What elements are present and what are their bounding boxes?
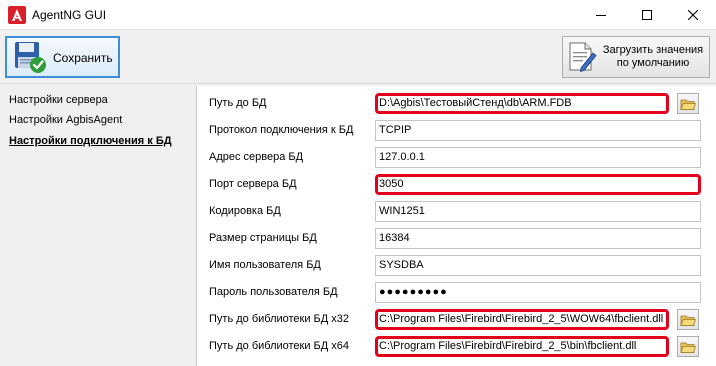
maximize-icon — [642, 10, 652, 20]
load-defaults-label-line2: по умолчанию — [616, 57, 690, 69]
app-logo-icon — [8, 6, 26, 24]
lib-x64-browse-button[interactable] — [677, 336, 699, 357]
page-size-label: Размер страницы БД — [209, 232, 317, 244]
protocol-label: Протокол подключения к БД — [209, 124, 354, 136]
db-path-field[interactable]: D:\Agbis\ТестовыйСтенд\db\ARM.FDB — [375, 93, 669, 114]
lib-x32-browse-button[interactable] — [677, 309, 699, 330]
load-defaults-button[interactable]: Загрузить значения по умолчанию — [562, 36, 710, 78]
minimize-button[interactable] — [578, 0, 624, 30]
load-defaults-label: Загрузить значения по умолчанию — [599, 44, 707, 70]
close-icon — [688, 10, 698, 20]
folder-open-icon — [680, 99, 696, 110]
nav-item-agbisagent-settings[interactable]: Настройки AgbisAgent — [9, 114, 122, 126]
form-row-server-port: Порт сервера БД 3050 — [197, 170, 716, 197]
document-pen-icon — [569, 42, 597, 73]
protocol-field[interactable]: TCPIP — [375, 120, 701, 141]
form-row-db-path: Путь до БД D:\Agbis\ТестовыйСтенд\db\ARM… — [197, 89, 716, 116]
nav-item-db-connection-settings[interactable]: Настройки подключения к БД — [9, 135, 172, 147]
db-path-label: Путь до БД — [209, 97, 267, 109]
form-row-lib-x64: Путь до библиотеки БД x64 C:\Program Fil… — [197, 332, 716, 359]
load-defaults-label-line1: Загрузить значения — [602, 44, 704, 56]
encoding-label: Кодировка БД — [209, 205, 281, 217]
save-button-label: Сохранить — [53, 51, 113, 65]
form-row-lib-x32: Путь до библиотеки БД x32 C:\Program Fil… — [197, 305, 716, 332]
db-connection-form: Путь до БД D:\Agbis\ТестовыйСтенд\db\ARM… — [196, 86, 716, 366]
form-row-server-address: Адрес сервера БД 127.0.0.1 — [197, 143, 716, 170]
window-title: AgentNG GUI — [32, 8, 107, 22]
encoding-field[interactable]: WIN1251 — [375, 201, 701, 222]
minimize-icon — [596, 15, 606, 16]
close-button[interactable] — [670, 0, 716, 30]
toolbar: Сохранить Загрузить значения по умолчани… — [0, 31, 716, 84]
settings-nav: Настройки сервера Настройки AgbisAgent Н… — [0, 86, 196, 366]
title-bar: AgentNG GUI — [0, 0, 716, 30]
lib-x32-label: Путь до библиотеки БД x32 — [209, 313, 350, 325]
maximize-button[interactable] — [624, 0, 670, 30]
form-row-protocol: Протокол подключения к БД TCPIP — [197, 116, 716, 143]
password-field[interactable]: ●●●●●●●●● — [375, 282, 701, 303]
lib-x64-field[interactable]: C:\Program Files\Firebird\Firebird_2_5\b… — [375, 336, 669, 357]
lib-x32-field[interactable]: C:\Program Files\Firebird\Firebird_2_5\W… — [375, 309, 669, 330]
form-row-password: Пароль пользователя БД ●●●●●●●●● — [197, 278, 716, 305]
folder-open-icon — [680, 342, 696, 353]
form-row-username: Имя пользователя БД SYSDBA — [197, 251, 716, 278]
server-port-label: Порт сервера БД — [209, 178, 297, 190]
form-row-page-size: Размер страницы БД 16384 — [197, 224, 716, 251]
username-field[interactable]: SYSDBA — [375, 255, 701, 276]
server-port-field[interactable]: 3050 — [375, 174, 701, 195]
nav-item-server-settings[interactable]: Настройки сервера — [9, 94, 108, 106]
save-disk-icon — [15, 42, 46, 73]
lib-x64-label: Путь до библиотеки БД x64 — [209, 340, 350, 352]
username-label: Имя пользователя БД — [209, 259, 321, 271]
page-size-field[interactable]: 16384 — [375, 228, 701, 249]
server-address-label: Адрес сервера БД — [209, 151, 304, 163]
folder-open-icon — [680, 315, 696, 326]
form-row-encoding: Кодировка БД WIN1251 — [197, 197, 716, 224]
db-path-browse-button[interactable] — [677, 93, 699, 114]
password-label: Пароль пользователя БД — [209, 286, 338, 298]
save-button[interactable]: Сохранить — [5, 36, 120, 78]
server-address-field[interactable]: 127.0.0.1 — [375, 147, 701, 168]
